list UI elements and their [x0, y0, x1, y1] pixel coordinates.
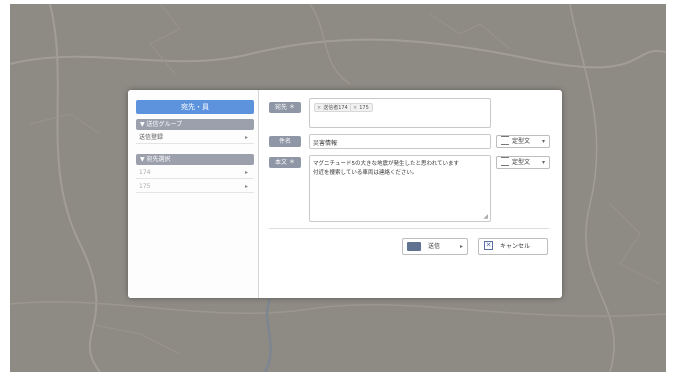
resize-handle-icon[interactable]: ◢: [483, 213, 488, 220]
subject-template-button[interactable]: 定型文 ▾: [496, 135, 550, 148]
chevron-right-icon: ▸: [459, 243, 463, 250]
send-label: 送信: [428, 243, 441, 250]
template-icon: [501, 157, 509, 166]
recipient-chip-label: 送信者174: [323, 105, 348, 111]
body-line: 付近を捜索している車両は連絡ください。: [313, 170, 418, 176]
recipient-chip-label: 175: [359, 105, 369, 111]
chevron-right-icon: ▸: [244, 169, 248, 176]
chevron-down-icon: ▾: [541, 138, 545, 145]
chevron-down-icon: ▾: [541, 159, 545, 166]
cancel-button[interactable]: ✕ キャンセル: [478, 238, 548, 255]
remove-chip-icon[interactable]: ×: [353, 105, 357, 111]
recipient-chip[interactable]: × 175: [350, 103, 373, 112]
send-group-section-header[interactable]: ▼ 送信グループ: [136, 119, 254, 130]
recipient-panel: 宛先・員 ▼ 送信グループ 送信登録 ▸ ▼ 宛先選択 174 ▸ 175 ▸: [128, 90, 259, 298]
body-textarea[interactable]: マグニチュード5の大きな地震が発生したと思われています 付近を捜索している車両は…: [309, 155, 491, 222]
body-template-label: 定型文: [512, 159, 531, 166]
recipient-section-header[interactable]: ▼ 宛先選択: [136, 154, 254, 165]
cancel-label: キャンセル: [500, 243, 531, 250]
compose-form: 宛先 ＊ × 送信者174 × 175 件名 災害情報 定型文 ▾ 本文 ＊ マグニ…: [259, 90, 562, 298]
message-dialog: 宛先・員 ▼ 送信グループ 送信登録 ▸ ▼ 宛先選択 174 ▸ 175 ▸ …: [128, 90, 562, 298]
subject-template-label: 定型文: [512, 138, 531, 145]
recipient-row-label: 175: [139, 183, 151, 190]
subject-value: 災害情報: [313, 140, 338, 147]
send-button[interactable]: 送信 ▸: [402, 238, 468, 255]
map-background: 宛先・員 ▼ 送信グループ 送信登録 ▸ ▼ 宛先選択 174 ▸ 175 ▸ …: [10, 4, 666, 372]
remove-chip-icon[interactable]: ×: [317, 105, 321, 111]
chevron-right-icon: ▸: [244, 134, 248, 141]
send-group-row-label: 送信登録: [139, 134, 164, 141]
recipient-row-175[interactable]: 175 ▸: [136, 181, 254, 193]
divider: [269, 228, 549, 229]
chevron-right-icon: ▸: [244, 183, 248, 190]
body-label: 本文 ＊: [269, 157, 301, 168]
send-group-row[interactable]: 送信登録 ▸: [136, 132, 254, 144]
recipient-select-button[interactable]: 宛先・員: [136, 100, 254, 114]
recipient-label: 宛先 ＊: [269, 102, 301, 113]
recipient-field[interactable]: × 送信者174 × 175: [309, 98, 491, 128]
subject-label: 件名: [269, 136, 301, 147]
body-line: マグニチュード5の大きな地震が発生したと思われています: [313, 161, 460, 167]
template-icon: [501, 136, 509, 145]
send-icon: [407, 242, 421, 251]
recipient-chip[interactable]: × 送信者174: [314, 103, 352, 112]
recipient-row-label: 174: [139, 169, 151, 176]
subject-input[interactable]: 災害情報: [309, 134, 491, 149]
body-template-button[interactable]: 定型文 ▾: [496, 156, 550, 169]
close-icon: ✕: [484, 241, 493, 250]
recipient-row-174[interactable]: 174 ▸: [136, 167, 254, 179]
